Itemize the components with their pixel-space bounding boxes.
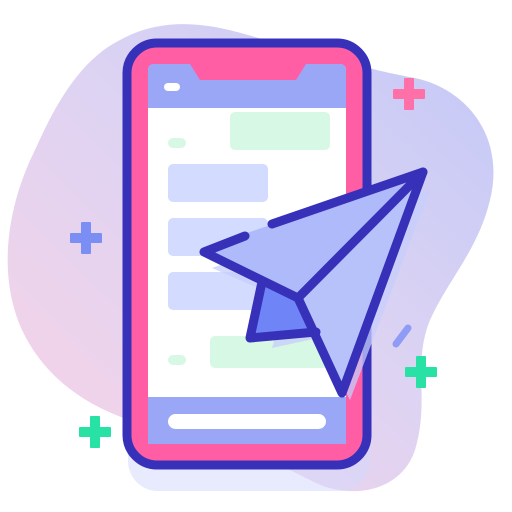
sparkle-icon: [79, 416, 111, 448]
chat-bubble-outgoing: [210, 336, 328, 368]
chat-dot: [168, 355, 186, 365]
chat-dot: [168, 138, 186, 148]
chat-bubble-outgoing: [230, 112, 330, 150]
phone-plane-illustration: [7, 24, 494, 492]
phone-notch: [190, 64, 306, 80]
chat-bubble-incoming: [168, 164, 268, 202]
illustration: [0, 0, 512, 512]
header-indicator: [164, 83, 180, 91]
home-indicator: [168, 414, 326, 429]
